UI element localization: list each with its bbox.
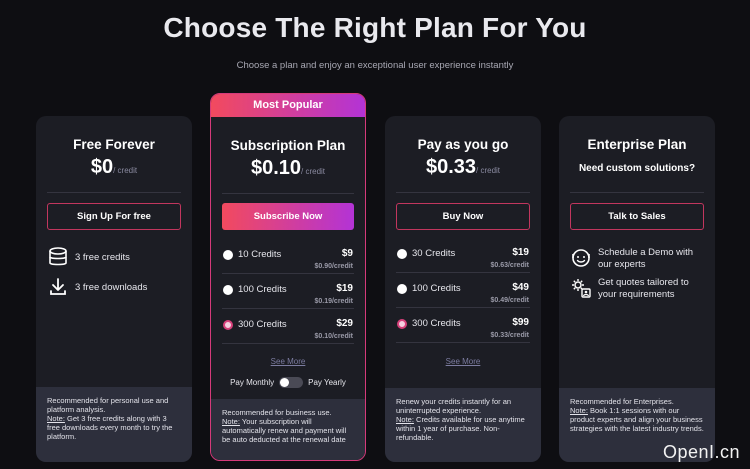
option-label: 30 Credits <box>412 248 456 259</box>
feature-label: Schedule a Demo with our experts <box>598 247 694 270</box>
settings-user-icon <box>572 279 591 298</box>
plan-price: $0 <box>90 156 114 178</box>
page-title: Choose The Right Plan For You <box>163 12 587 43</box>
option-per-credit: $0.90/credit <box>314 263 353 270</box>
watermark: OpenI.cn <box>662 442 740 462</box>
page-subtitle: Choose a plan and enjoy an exceptional u… <box>236 60 514 71</box>
radio-button-selected[interactable] <box>223 320 233 330</box>
most-popular-badge: Most Popular <box>211 94 365 117</box>
headset-icon <box>572 249 590 267</box>
plan-price: $0.33 <box>425 156 477 178</box>
radio-button[interactable] <box>223 285 233 295</box>
price-row: $0.33/ credit <box>385 156 541 179</box>
footer-note: Your subscription will automatically ren… <box>222 417 347 444</box>
see-more-link[interactable]: See More <box>385 357 541 366</box>
price-unit: / credit <box>113 166 138 175</box>
card-footer: Recommended for personal use and platfor… <box>36 387 192 462</box>
option-per-credit: $0.33/credit <box>490 332 529 339</box>
footer-note: Book 1:1 sessions with our product exper… <box>570 406 704 433</box>
plan-card-subscription: Most Popular Subscription Plan $0.10/ cr… <box>210 93 366 461</box>
see-more-link[interactable]: See More <box>211 357 365 366</box>
plan-name: Free Forever <box>73 137 155 152</box>
footer-text: Recommended for Enterprises. <box>570 397 674 406</box>
radio-button[interactable] <box>397 249 407 259</box>
divider <box>47 192 181 193</box>
feature-label: 3 free downloads <box>75 281 148 293</box>
footer-note-label: Note: <box>222 417 240 426</box>
divider <box>222 193 354 194</box>
plan-card-free: Free Forever $0/ credit Sign Up For free… <box>36 116 192 462</box>
plan-name: Enterprise Plan <box>587 137 687 152</box>
plan-card-pay-as-you-go: Pay as you go $0.33/ credit Buy Now 30 C… <box>385 116 541 462</box>
feature-item: 3 free downloads <box>47 276 184 298</box>
option-amount: $49 <box>512 282 529 293</box>
download-icon <box>50 278 66 295</box>
price-unit: / credit <box>476 166 501 175</box>
credit-option[interactable]: 100 Credits $49 $0.49/credit <box>396 280 530 308</box>
option-amount: $9 <box>341 248 353 259</box>
option-per-credit: $0.10/credit <box>314 333 353 340</box>
radio-button-selected[interactable] <box>397 319 407 329</box>
toggle-label-monthly: Pay Monthly <box>230 378 275 387</box>
option-label: 100 Credits <box>412 283 461 294</box>
option-label: 300 Credits <box>412 318 461 329</box>
price-row: $0.10/ credit <box>211 157 365 180</box>
option-label: 100 Credits <box>238 284 287 295</box>
option-per-credit: $0.49/credit <box>490 297 529 304</box>
billing-toggle-row: Pay Monthly Pay Yearly <box>211 377 365 388</box>
plan-card-enterprise: Enterprise Plan Need custom solutions? T… <box>559 116 715 462</box>
feature-label: Get quotes tailored to your requirements <box>598 277 689 300</box>
footer-note-label: Note: <box>396 415 414 424</box>
footer-text: Renew your credits instantly for an unin… <box>396 397 512 415</box>
card-footer: Renew your credits instantly for an unin… <box>385 388 541 462</box>
footer-note-label: Note: <box>570 406 588 415</box>
feature-item: Get quotes tailored to your requirements <box>570 277 707 301</box>
footer-note: Get 3 free credits along with 3 free dow… <box>47 414 173 441</box>
radio-button[interactable] <box>223 250 233 260</box>
sign-up-button[interactable]: Sign Up For free <box>47 203 181 230</box>
option-amount: $99 <box>512 317 529 328</box>
divider <box>570 192 704 193</box>
option-amount: $19 <box>336 283 353 294</box>
credit-option[interactable]: 30 Credits $19 $0.63/credit <box>396 245 530 273</box>
credit-option[interactable]: 300 Credits $99 $0.33/credit <box>396 315 530 343</box>
footer-text: Recommended for business use. <box>222 408 332 417</box>
option-label: 10 Credits <box>238 249 282 260</box>
price-row: $0/ credit <box>36 156 192 179</box>
option-per-credit: $0.19/credit <box>314 298 353 305</box>
feature-item: Schedule a Demo with our experts <box>570 247 707 271</box>
footer-text: Recommended for personal use and platfor… <box>47 396 169 414</box>
price-unit: / credit <box>301 167 326 176</box>
plan-price: $0.10 <box>250 157 302 179</box>
credit-option[interactable]: 300 Credits $29 $0.10/credit <box>222 316 354 344</box>
credit-option[interactable]: 100 Credits $19 $0.19/credit <box>222 281 354 309</box>
footer-note: Credits available for use anytime within… <box>396 415 525 442</box>
radio-button[interactable] <box>397 284 407 294</box>
talk-to-sales-button[interactable]: Talk to Sales <box>570 203 704 230</box>
feature-item: 3 free credits <box>47 246 184 268</box>
option-label: 300 Credits <box>238 319 287 330</box>
billing-toggle[interactable] <box>279 377 304 388</box>
credit-option[interactable]: 10 Credits $9 $0.90/credit <box>222 246 354 274</box>
feature-label: 3 free credits <box>75 251 130 263</box>
option-per-credit: $0.63/credit <box>490 262 529 269</box>
subscribe-now-button[interactable]: Subscribe Now <box>222 203 354 230</box>
card-footer: Recommended for business use. Note: Your… <box>211 399 365 460</box>
footer-note-label: Note: <box>47 414 65 423</box>
option-amount: $19 <box>512 247 529 258</box>
plan-name: Pay as you go <box>417 137 509 152</box>
buy-now-button[interactable]: Buy Now <box>396 203 530 230</box>
plan-name: Subscription Plan <box>230 138 346 153</box>
toggle-label-yearly: Pay Yearly <box>308 378 346 387</box>
plan-subtitle: Need custom solutions? <box>578 163 696 174</box>
divider <box>396 192 530 193</box>
database-icon <box>49 247 67 266</box>
option-amount: $29 <box>336 318 353 329</box>
